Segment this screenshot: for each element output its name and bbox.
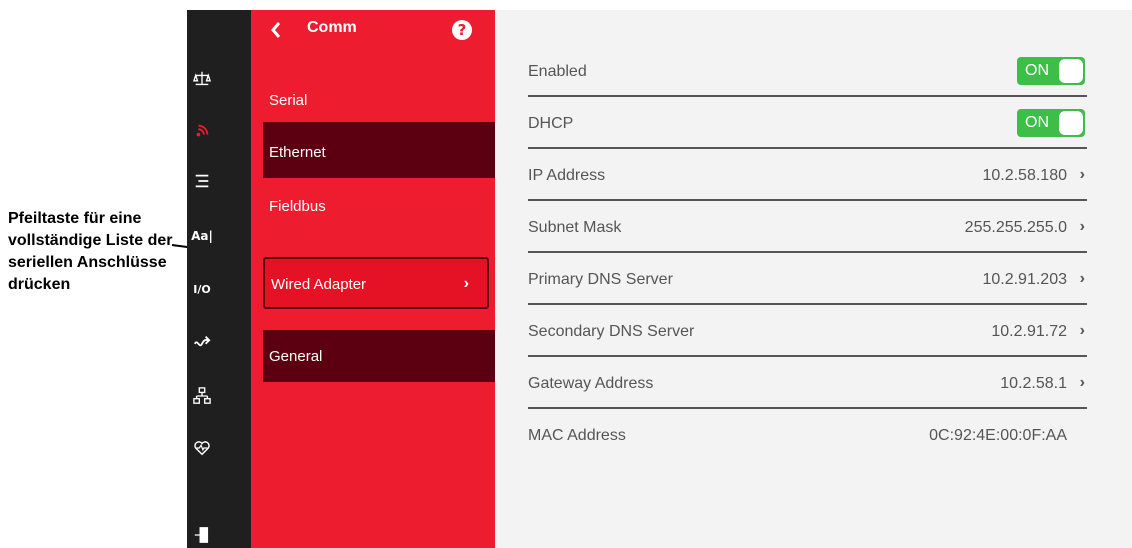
list-icon[interactable] bbox=[187, 166, 217, 196]
icon-rail: Aa| I/O bbox=[187, 10, 251, 548]
network-tree-icon[interactable] bbox=[187, 381, 217, 411]
menu-item-label: Wired Adapter bbox=[271, 276, 367, 293]
menu-item-wired-adapter[interactable]: Wired Adapter › bbox=[263, 257, 489, 309]
chevron-right-icon[interactable]: › bbox=[1080, 270, 1085, 288]
setting-row-enabled: Enabled ON bbox=[528, 45, 1087, 97]
setting-row-secondary-dns[interactable]: Secondary DNS Server 10.2.91.72 › bbox=[528, 305, 1087, 357]
signal-routing-icon[interactable] bbox=[187, 327, 217, 357]
menu-item-label: Fieldbus bbox=[269, 198, 326, 215]
setting-row-dhcp: DHCP ON bbox=[528, 97, 1087, 149]
submenu-header: Comm ? bbox=[251, 10, 495, 50]
setting-row-gateway[interactable]: Gateway Address 10.2.58.1 › bbox=[528, 357, 1087, 409]
setting-label: Enabled bbox=[528, 63, 587, 80]
menu-item-label: Serial bbox=[269, 92, 308, 109]
chevron-right-icon[interactable]: › bbox=[1080, 166, 1085, 184]
menu-item-general[interactable]: General bbox=[263, 330, 495, 382]
chevron-right-icon[interactable]: › bbox=[1080, 218, 1085, 236]
menu-item-ethernet[interactable]: Ethernet bbox=[263, 122, 495, 178]
setting-label: DHCP bbox=[528, 115, 574, 132]
setting-value: 10.2.91.72 bbox=[991, 323, 1067, 340]
chevron-right-icon[interactable]: › bbox=[1080, 374, 1085, 392]
setting-label: Primary DNS Server bbox=[528, 271, 673, 288]
setting-label: Subnet Mask bbox=[528, 219, 622, 236]
callout-annotation: Pfeiltaste für eine vollständige Liste d… bbox=[8, 210, 173, 293]
menu-item-label: Ethernet bbox=[269, 144, 326, 161]
help-icon[interactable]: ? bbox=[452, 20, 472, 40]
setting-row-subnet-mask[interactable]: Subnet Mask 255.255.255.0 › bbox=[528, 201, 1087, 253]
toggle-knob bbox=[1059, 111, 1083, 135]
chevron-right-icon[interactable]: › bbox=[464, 275, 469, 293]
chevron-right-icon[interactable]: › bbox=[1080, 322, 1085, 340]
health-heart-icon[interactable] bbox=[187, 433, 217, 463]
setting-value: 10.2.58.1 bbox=[1000, 375, 1067, 392]
setting-value: 255.255.255.0 bbox=[964, 219, 1067, 236]
chevron-left-icon[interactable] bbox=[269, 20, 283, 40]
setting-row-mac-address: MAC Address 0C:92:4E:00:0F:AA bbox=[528, 409, 1087, 461]
toggle-knob bbox=[1059, 59, 1083, 83]
menu-item-label: General bbox=[269, 348, 323, 365]
setting-label: Gateway Address bbox=[528, 375, 654, 392]
dhcp-toggle[interactable]: ON bbox=[1017, 109, 1085, 137]
menu-item-fieldbus[interactable]: Fieldbus bbox=[263, 178, 495, 234]
setting-label: Secondary DNS Server bbox=[528, 323, 695, 340]
ethernet-settings-panel: Enabled ON DHCP ON IP Address 10.2.58.18… bbox=[495, 10, 1132, 548]
scale-icon[interactable] bbox=[187, 64, 217, 94]
font-icon[interactable]: Aa| bbox=[187, 221, 217, 251]
enabled-toggle[interactable]: ON bbox=[1017, 57, 1085, 85]
logout-icon[interactable] bbox=[187, 520, 217, 548]
menu-item-serial[interactable]: Serial bbox=[263, 68, 495, 124]
setting-label: IP Address bbox=[528, 167, 606, 184]
setting-row-primary-dns[interactable]: Primary DNS Server 10.2.91.203 › bbox=[528, 253, 1087, 305]
wireless-signal-icon[interactable] bbox=[187, 116, 217, 146]
submenu-title: Comm bbox=[307, 19, 357, 36]
setting-label: MAC Address bbox=[528, 427, 626, 444]
toggle-state: ON bbox=[1025, 62, 1049, 79]
setting-value: 0C:92:4E:00:0F:AA bbox=[929, 427, 1067, 444]
io-icon[interactable]: I/O bbox=[187, 274, 217, 304]
setting-row-ip-address[interactable]: IP Address 10.2.58.180 › bbox=[528, 149, 1087, 201]
setting-value: 10.2.91.203 bbox=[982, 271, 1067, 288]
comm-submenu: Comm ? Serial Ethernet Fieldbus Wired Ad… bbox=[251, 10, 495, 548]
setting-value: 10.2.58.180 bbox=[982, 167, 1067, 184]
toggle-state: ON bbox=[1025, 114, 1049, 131]
